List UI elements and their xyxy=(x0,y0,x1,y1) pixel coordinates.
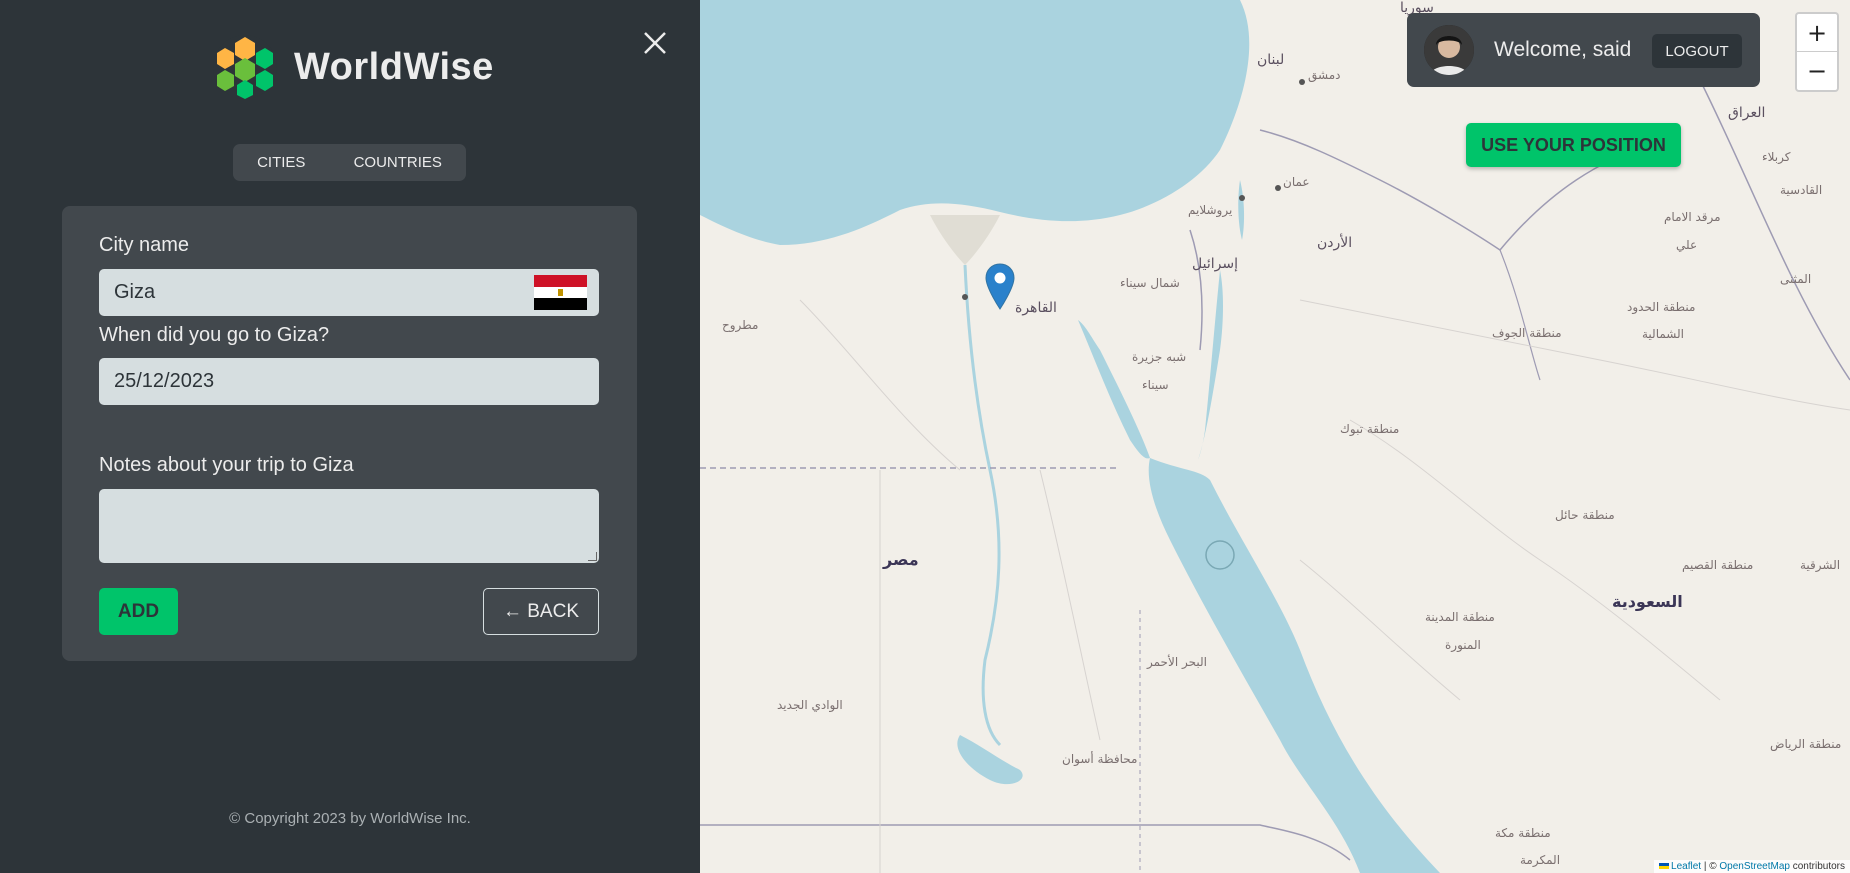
map-label: المنورة xyxy=(1445,638,1481,652)
map-label: إسرائيل xyxy=(1192,256,1238,272)
map-label: يروشلايم xyxy=(1188,203,1233,217)
map-label: منطقة تبوك xyxy=(1340,422,1400,436)
leaflet-link[interactable]: Leaflet xyxy=(1671,861,1701,872)
tab-countries[interactable]: COUNTRIES xyxy=(340,148,456,177)
map-label: شمال سيناء xyxy=(1120,276,1180,290)
add-city-form: City name Giza When did you go to Giza? … xyxy=(62,206,637,661)
city-name-input[interactable]: Giza xyxy=(99,269,599,316)
map-label: سيناء xyxy=(1142,378,1169,392)
date-input[interactable]: 25/12/2023 xyxy=(99,358,599,405)
map-attribution: Leaflet | © OpenStreetMap contributors xyxy=(1654,860,1850,873)
leaflet-flag-icon xyxy=(1659,863,1670,869)
map-label: دمشق xyxy=(1308,68,1341,82)
user-avatar xyxy=(1424,25,1474,75)
zoom-out-button[interactable]: − xyxy=(1797,52,1837,89)
map-label: القادسية xyxy=(1780,183,1823,197)
tab-cities[interactable]: CITIES xyxy=(243,148,319,177)
map-label: الشمالية xyxy=(1642,327,1684,341)
zoom-in-button[interactable]: + xyxy=(1797,14,1837,52)
app-name: WorldWise xyxy=(294,45,494,88)
map-label: السعودية xyxy=(1612,592,1683,611)
map-label: علي xyxy=(1676,238,1698,252)
logout-button[interactable]: LOGOUT xyxy=(1652,34,1742,68)
map-label: القاهرة xyxy=(1015,300,1057,316)
map-label: المكرمة xyxy=(1520,853,1561,867)
map-label: مصر xyxy=(883,550,919,569)
nav-tabs: CITIES COUNTRIES xyxy=(233,144,466,181)
welcome-text: Welcome, said xyxy=(1494,38,1632,61)
map-label: شبه جزيرة xyxy=(1132,350,1187,364)
close-icon[interactable] xyxy=(640,28,670,58)
user-panel: Welcome, said LOGOUT xyxy=(1407,13,1760,87)
worldwise-globe-icon xyxy=(213,35,277,99)
zoom-control: + − xyxy=(1795,12,1839,92)
date-value: 25/12/2023 xyxy=(114,370,215,392)
map-label: منطقة الرياض xyxy=(1770,737,1842,751)
map-label: محافظة أسوان xyxy=(1062,752,1138,766)
notes-textarea[interactable] xyxy=(99,489,599,563)
add-button[interactable]: ADD xyxy=(99,588,178,635)
map-label: كربلاء xyxy=(1762,150,1791,164)
map-label: العراق xyxy=(1728,105,1766,121)
map-label: منطقة القصيم xyxy=(1682,558,1754,572)
map-label: الأردن xyxy=(1317,235,1353,251)
copyright-footer: © Copyright 2023 by WorldWise Inc. xyxy=(229,810,471,827)
use-position-button[interactable]: USE YOUR POSITION xyxy=(1466,123,1681,167)
map-label: البحر الأحمر xyxy=(1147,655,1207,669)
egypt-flag-icon xyxy=(534,275,587,310)
map-label: لبنان xyxy=(1257,52,1285,68)
attribution-separator: | © xyxy=(1703,861,1717,872)
map-label: المثنى xyxy=(1780,272,1812,286)
map-label: منطقة مكة xyxy=(1495,826,1551,840)
map-label: منطقة الحدود xyxy=(1627,300,1696,314)
map-label: منطقة المدينة xyxy=(1425,610,1495,624)
osm-link[interactable]: OpenStreetMap xyxy=(1719,861,1790,872)
notes-label: Notes about your trip to Giza xyxy=(99,454,354,476)
map-label: الشرقية xyxy=(1800,558,1841,572)
resize-handle-icon[interactable] xyxy=(588,552,597,561)
city-name-label: City name xyxy=(99,234,190,256)
map-label: مرقد الامام xyxy=(1664,210,1721,224)
sidebar: WorldWise CITIES COUNTRIES City name Giz… xyxy=(0,0,700,873)
app-logo[interactable]: WorldWise xyxy=(212,34,494,100)
location-marker-icon[interactable] xyxy=(984,263,1016,311)
map-label: منطقة الجوف xyxy=(1492,326,1562,340)
attribution-tail: contributors xyxy=(1792,861,1845,872)
city-name-value: Giza xyxy=(114,281,156,303)
map-label: عمان xyxy=(1283,175,1310,189)
map-label: منطقة حائل xyxy=(1555,508,1615,522)
map-label: الوادي الجديد xyxy=(777,698,843,712)
map-label: مطروح xyxy=(722,318,759,332)
date-label: When did you go to Giza? xyxy=(99,324,330,346)
back-button[interactable]: ← BACK xyxy=(483,588,599,635)
